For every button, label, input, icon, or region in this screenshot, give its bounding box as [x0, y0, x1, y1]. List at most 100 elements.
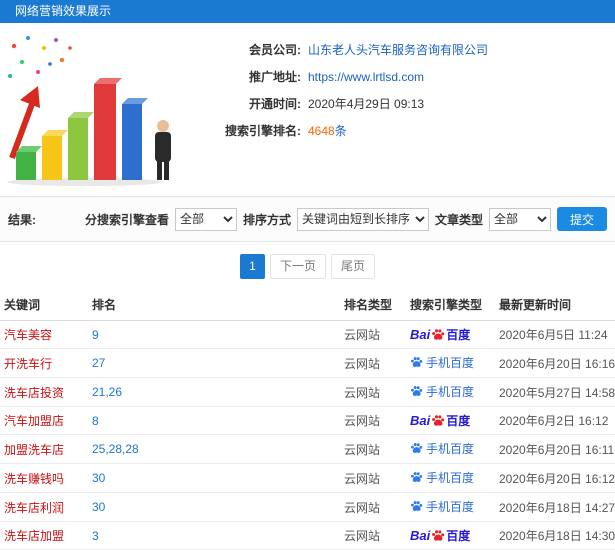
update-time-cell: 2020年6月18日 14:27	[495, 492, 615, 522]
baidu-logo-text-cn: 百度	[446, 414, 471, 428]
update-time-cell: 2020年6月5日 11:24	[495, 320, 615, 349]
col-header-rank-type: 排名类型	[340, 289, 406, 321]
keyword-cell: 汽车美容	[0, 320, 88, 349]
mobile-baidu-icon	[411, 357, 423, 367]
engine-cell: Bai 百度	[406, 521, 495, 550]
mobile-baidu-text: 手机百度	[426, 471, 475, 485]
engine-filter-label: 分搜索引擎查看	[84, 212, 169, 227]
col-header-keyword: 关键词	[0, 289, 88, 321]
baidu-logo: Bai 百度	[410, 527, 470, 544]
rank-type-cell: 云网站	[340, 434, 406, 464]
rank-type-cell: 云网站	[340, 492, 406, 522]
page-button-current[interactable]: 1	[239, 254, 265, 279]
engine-filter-select[interactable]: 全部	[174, 207, 237, 231]
promo-url-label: 推广地址:	[249, 70, 301, 84]
update-time-cell: 2020年6月2日 16:12	[495, 406, 615, 435]
keyword-cell: 开洗车行	[0, 348, 88, 378]
rank-link[interactable]: 25,28,28	[92, 442, 139, 456]
open-time-label: 开通时间:	[249, 97, 301, 111]
table-row: 洗车赚钱吗 30 云网站 手机百度 2020年6月20日 16:12	[0, 463, 615, 493]
mobile-baidu-label: 手机百度	[410, 498, 474, 515]
table-row: 汽车美容 9 云网站 Bai 百度 2020年6月5日 11:24	[0, 320, 615, 349]
keyword-cell: 加盟洗车店	[0, 434, 88, 464]
rank-cell: 30	[88, 463, 340, 493]
mobile-baidu-text: 手机百度	[426, 385, 475, 399]
submit-button[interactable]: 提交	[556, 207, 607, 231]
sort-filter-select[interactable]: 关键词由短到长排序	[296, 207, 429, 231]
info-row-company: 会员公司: 山东老人头汽车服务咨询有限公司	[190, 36, 615, 63]
info-row-open-time: 开通时间: 2020年4月29日 09:13	[190, 90, 615, 117]
promo-url-link[interactable]: https://www.lrtlsd.com	[308, 70, 424, 84]
update-time-cell: 2020年6月18日 14:30	[495, 521, 615, 550]
businessman-figure	[155, 120, 171, 180]
last-page-button[interactable]: 尾页	[331, 254, 376, 279]
keyword-cell: 洗车店投资	[0, 377, 88, 407]
col-header-rank: 排名	[88, 289, 340, 321]
col-header-engine-type: 搜索引擎类型	[406, 289, 495, 321]
article-type-select[interactable]: 全部	[488, 207, 551, 231]
rank-type-cell: 云网站	[340, 521, 406, 550]
update-time-cell: 2020年6月20日 16:16	[495, 348, 615, 378]
pagination: 1 下一页 尾页	[0, 242, 615, 289]
engine-cell: 手机百度	[406, 434, 495, 464]
mobile-baidu-icon	[411, 501, 423, 511]
filter-controls: 分搜索引擎查看 全部 排序方式 关键词由短到长排序 文章类型 全部 提交	[85, 207, 607, 231]
table-row: 洗车店利润 30 云网站 手机百度 2020年6月18日 14:27	[0, 492, 615, 522]
next-page-button[interactable]: 下一页	[269, 254, 326, 279]
rank-cell: 3	[88, 521, 340, 550]
filter-bar: 结果: 分搜索引擎查看 全部 排序方式 关键词由短到长排序 文章类型 全部 提交	[0, 196, 615, 242]
rank-link[interactable]: 3	[92, 529, 99, 543]
member-info: 会员公司: 山东老人头汽车服务咨询有限公司 推广地址: https://www.…	[190, 28, 615, 144]
rank-cell: 9	[88, 320, 340, 349]
page-title: 网络营销效果展示	[15, 4, 112, 18]
rank-link[interactable]: 21,26	[92, 385, 122, 399]
mobile-baidu-label: 手机百度	[410, 383, 474, 400]
rank-link[interactable]: 9	[92, 328, 99, 342]
rank-cell: 8	[88, 406, 340, 435]
ranking-value[interactable]: 4648条	[308, 122, 347, 139]
baidu-paw-icon	[432, 529, 445, 541]
baidu-logo: Bai 百度	[410, 326, 470, 343]
info-row-url: 推广地址: https://www.lrtlsd.com	[190, 63, 615, 90]
mobile-baidu-label: 手机百度	[410, 354, 474, 371]
rank-link[interactable]: 30	[92, 471, 105, 485]
rank-link[interactable]: 8	[92, 414, 99, 428]
mobile-baidu-text: 手机百度	[426, 442, 475, 456]
table-row: 加盟洗车店 25,28,28 云网站 手机百度 2020年6月20日 16:11	[0, 434, 615, 464]
company-link[interactable]: 山东老人头汽车服务咨询有限公司	[308, 41, 488, 58]
baidu-logo: Bai 百度	[410, 412, 470, 429]
bar-chart-illustration	[0, 28, 190, 188]
rank-link[interactable]: 27	[92, 356, 105, 370]
table-row: 汽车加盟店 8 云网站 Bai 百度 2020年6月2日 16:12	[0, 406, 615, 435]
baidu-logo-text-en: Bai	[410, 528, 431, 543]
mobile-baidu-label: 手机百度	[410, 440, 474, 457]
sort-filter-label: 排序方式	[242, 212, 291, 227]
rank-type-cell: 云网站	[340, 406, 406, 435]
mobile-baidu-icon	[411, 386, 423, 396]
ranking-count: 4648	[308, 124, 335, 138]
table-row: 洗车店投资 21,26 云网站 手机百度 2020年5月27日 14:58	[0, 377, 615, 407]
mobile-baidu-text: 手机百度	[426, 356, 475, 370]
results-table-body: 汽车美容 9 云网站 Bai 百度 2020年6月5日 11:24 开洗车行 2…	[0, 320, 615, 550]
company-label: 会员公司:	[249, 43, 301, 57]
open-time-value: 2020年4月29日 09:13	[308, 97, 425, 111]
rank-cell: 27	[88, 348, 340, 378]
info-row-ranking: 搜索引擎排名: 4648条	[190, 117, 615, 144]
baidu-paw-icon	[432, 414, 445, 426]
engine-cell: Bai 百度	[406, 320, 495, 349]
engine-cell: 手机百度	[406, 377, 495, 407]
engine-cell: 手机百度	[406, 463, 495, 493]
rank-type-cell: 云网站	[340, 377, 406, 407]
results-table: 关键词 排名 排名类型 搜索引擎类型 最新更新时间 汽车美容 9 云网站 Bai…	[0, 289, 615, 550]
rank-cell: 25,28,28	[88, 434, 340, 464]
rank-cell: 21,26	[88, 377, 340, 407]
growth-chart-image	[7, 36, 171, 186]
rank-link[interactable]: 30	[92, 500, 105, 514]
engine-cell: Bai 百度	[406, 406, 495, 435]
table-header-row: 关键词 排名 排名类型 搜索引擎类型 最新更新时间	[0, 289, 615, 321]
baidu-logo-text-cn: 百度	[446, 529, 471, 543]
mobile-baidu-icon	[411, 472, 423, 482]
confetti-dots	[8, 36, 72, 78]
col-header-update-time: 最新更新时间	[495, 289, 615, 321]
mobile-baidu-text: 手机百度	[426, 500, 475, 514]
